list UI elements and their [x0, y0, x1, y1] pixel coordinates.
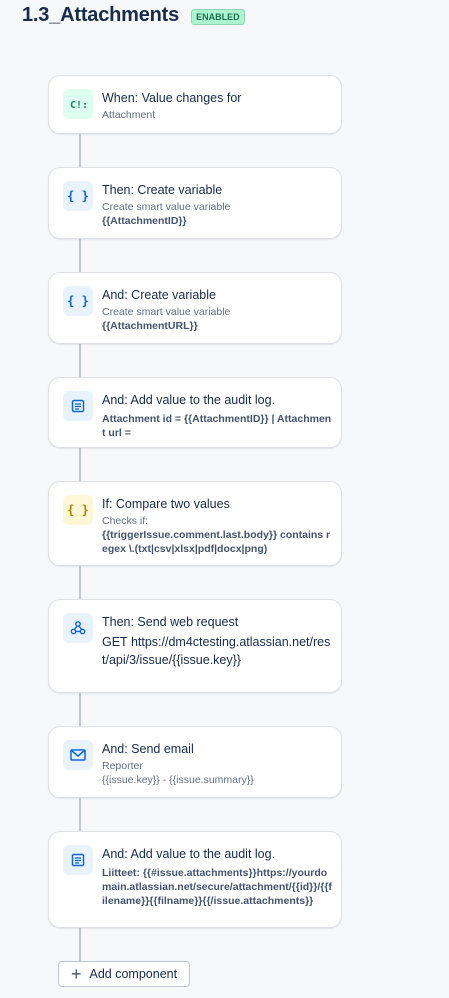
flow-connector: [79, 692, 81, 727]
card-title: And: Add value to the audit log.: [102, 393, 276, 407]
braces-icon: { }: [63, 181, 93, 211]
card-detail: {{AttachmentID}}: [102, 215, 187, 227]
flow-connector: [79, 797, 81, 832]
svg-text:C!:]: C!:]: [70, 100, 86, 110]
card-detail: Attachment id = {{AttachmentID}} | Attac…: [102, 413, 332, 439]
condition-card[interactable]: { } If: Compare two values Checks if: {{…: [48, 481, 342, 566]
action-card-web-request[interactable]: Then: Send web request GET https://dm4ct…: [48, 599, 342, 693]
action-card-audit-log[interactable]: And: Add value to the audit log. Liittee…: [48, 831, 342, 928]
card-subtitle: Create smart value variable: [102, 306, 231, 318]
card-title: And: Send email: [102, 742, 194, 756]
card-detail: GET https://dm4ctesting.atlassian.net/re…: [102, 635, 331, 667]
action-card-create-variable[interactable]: { } And: Create variable Create smart va…: [48, 272, 342, 344]
card-detail: {{triggerIssue.comment.last.body}} conta…: [102, 529, 331, 555]
card-detail: Liitteet: {{#issue.attachments}}https://…: [102, 867, 332, 907]
log-icon: [63, 845, 93, 875]
flow-connector: [79, 927, 81, 962]
card-subtitle: Attachment: [102, 109, 156, 121]
rule-header: 1.3_Attachments ENABLED: [22, 4, 245, 27]
action-card-audit-log[interactable]: And: Add value to the audit log. Attachm…: [48, 377, 342, 448]
trigger-icon: C!:]: [63, 89, 93, 119]
flow-connector: [79, 565, 81, 600]
card-title: If: Compare two values: [102, 497, 230, 511]
rule-title: 1.3_Attachments: [22, 4, 180, 26]
card-subtitle: Create smart value variable: [102, 201, 231, 213]
flow-connector: [79, 343, 81, 378]
braces-icon: { }: [63, 286, 93, 316]
status-badge: ENABLED: [191, 8, 245, 25]
trigger-card[interactable]: C!:] When: Value changes for Attachment: [48, 75, 342, 134]
card-title: Then: Create variable: [102, 183, 223, 197]
card-detail: {{issue.key}} - {{issue.summary}}: [102, 774, 254, 786]
card-title: Then: Send web request: [102, 615, 239, 629]
add-component-button[interactable]: + Add component: [58, 961, 190, 987]
card-title: When: Value changes for: [102, 91, 242, 105]
email-icon: [63, 740, 93, 770]
card-subtitle: Reporter: [102, 760, 143, 772]
card-title: And: Create variable: [102, 288, 216, 302]
log-icon: [63, 391, 93, 421]
flow-connector: [79, 133, 81, 168]
action-card-send-email[interactable]: And: Send email Reporter {{issue.key}} -…: [48, 726, 342, 798]
add-component-label: Add component: [89, 967, 178, 981]
card-subtitle: Checks if:: [102, 515, 149, 527]
condition-braces-icon: { }: [63, 495, 93, 525]
webhook-icon: [63, 613, 93, 643]
plus-icon: +: [71, 964, 82, 984]
flow-connector: [79, 238, 81, 273]
flow-connector: [79, 447, 81, 482]
card-detail: {{AttachmentURL}}: [102, 320, 198, 332]
action-card-create-variable[interactable]: { } Then: Create variable Create smart v…: [48, 167, 342, 239]
card-title: And: Add value to the audit log.: [102, 847, 276, 861]
